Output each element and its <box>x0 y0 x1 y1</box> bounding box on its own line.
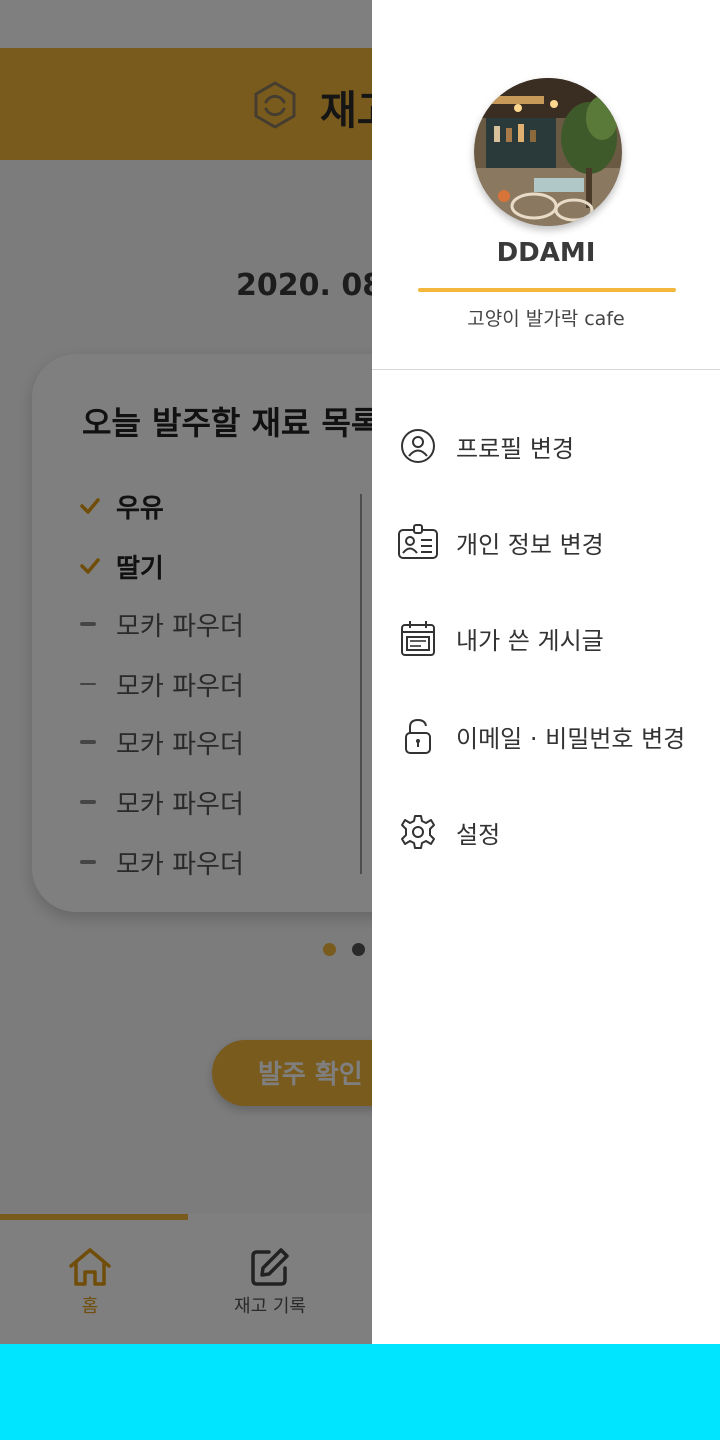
username: DDAMI <box>496 238 596 268</box>
menu-item-label: 개인 정보 변경 <box>456 530 604 559</box>
system-navigation-bar <box>0 1344 720 1440</box>
menu-item-profile[interactable]: 프로필 변경 <box>396 422 574 470</box>
posts-icon <box>396 616 440 660</box>
unlock-icon <box>396 714 440 758</box>
username-underline <box>418 288 676 292</box>
menu-item-personal-info[interactable]: 개인 정보 변경 <box>396 518 604 566</box>
cafe-photo-image <box>474 78 622 226</box>
menu-item-label: 내가 쓴 게시글 <box>456 626 604 655</box>
menu-item-label: 프로필 변경 <box>456 434 575 463</box>
menu-item-settings[interactable]: 설정 <box>396 808 500 856</box>
id-card-icon <box>396 520 440 564</box>
gear-icon <box>396 810 440 854</box>
menu-item-email-password[interactable]: 이메일 · 비밀번호 변경 <box>396 712 685 760</box>
avatar[interactable] <box>474 78 622 226</box>
menu-item-label: 설정 <box>456 820 501 849</box>
navigation-drawer: DDAMI 고양이 발가락 cafe 프로필 변경 개인 정보 변경 내가 쓴 … <box>372 0 720 1344</box>
drawer-divider <box>372 369 720 370</box>
menu-item-label: 이메일 · 비밀번호 변경 <box>456 724 686 753</box>
profile-icon <box>396 424 440 468</box>
shop-name: 고양이 발가락 cafe <box>467 308 625 330</box>
menu-item-my-posts[interactable]: 내가 쓴 게시글 <box>396 614 604 662</box>
